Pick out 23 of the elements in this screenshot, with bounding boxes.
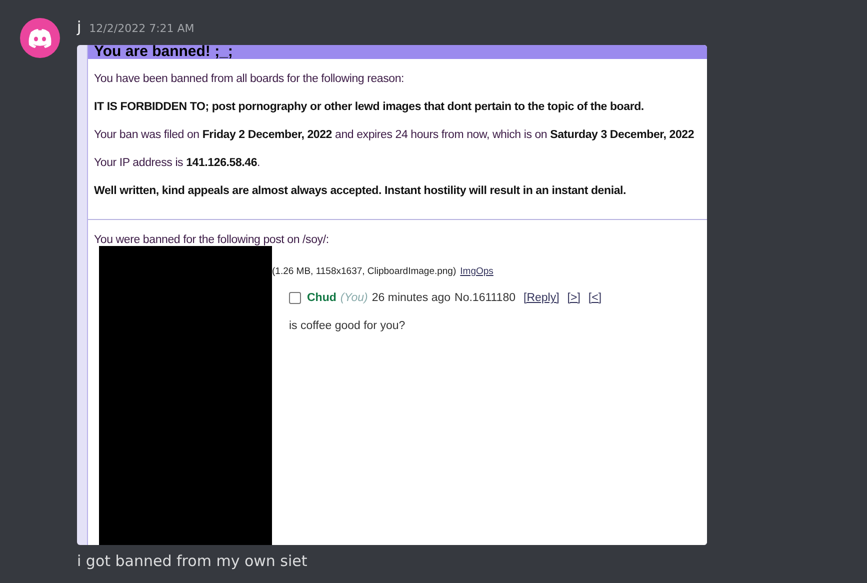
avatar-icon[interactable] xyxy=(20,18,60,58)
ban-text: Your ban was filed on Friday 2 December, 2022 and expires 24 hours from now, which is on Saturday 3 December, 2022 xyxy=(94,129,696,141)
poster-name: Chud xyxy=(307,292,336,304)
post-checkbox[interactable] xyxy=(289,292,301,304)
post-body: is coffee good for you? xyxy=(289,320,406,332)
ban-text: You have been banned from all boards for the following reason: xyxy=(94,73,406,85)
message-text: i got banned from my own siet xyxy=(77,552,308,570)
ban-post-intro: You were banned for the following post on /soy/: xyxy=(94,234,330,246)
ban-text: Your IP address is 141.126.58.46. xyxy=(94,157,262,169)
imgops-link[interactable]: ImgOps xyxy=(460,266,494,277)
timestamp: 12/2/2022 7:21 AM xyxy=(89,22,194,35)
post-link[interactable]: [<] xyxy=(588,292,602,304)
username[interactable]: j xyxy=(77,18,82,36)
screenshot-attachment[interactable] xyxy=(77,45,707,545)
you-label: (You) xyxy=(340,292,368,304)
ban-text: IT IS FORBIDDEN TO; post pornography or other lewd images that dont pertain to the topic of the board. xyxy=(94,101,645,113)
post-time: 26 minutes ago xyxy=(372,292,451,304)
file-info: (1.26 MB, 1158x1637, ClipboardImage.png) xyxy=(272,266,456,277)
title-bar: You are banned! ;_; xyxy=(88,45,707,59)
post-link[interactable]: [Reply] xyxy=(524,292,560,304)
post-number[interactable]: No.1611180 xyxy=(454,292,516,304)
post-link[interactable]: [>] xyxy=(567,292,580,304)
ban-text: Well written, kind appeals are almost always accepted. Instant hostility will result in an instant denial. xyxy=(94,185,628,197)
